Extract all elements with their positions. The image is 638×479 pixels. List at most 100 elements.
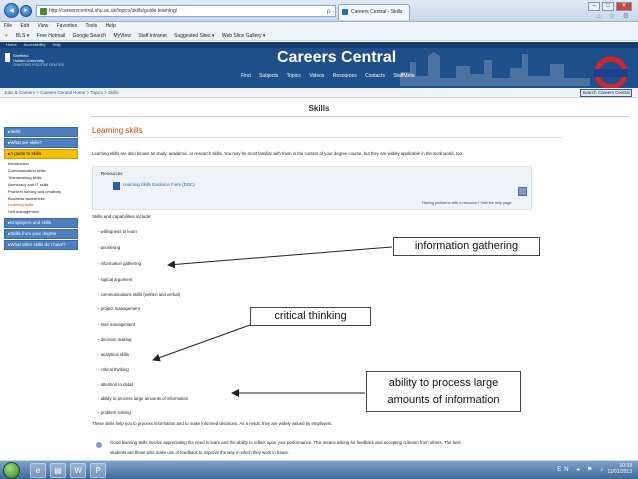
- skill-item: - willingness to learn: [98, 229, 137, 234]
- minimize-button[interactable]: –: [588, 2, 600, 11]
- address-bar[interactable]: http://careerscentral.shu.ac.uk/topics/s…: [36, 5, 336, 17]
- skill-item: - problem solving: [98, 410, 131, 415]
- sidebar-sub-communication[interactable]: Communication skills: [4, 168, 78, 175]
- skill-item: - prioritising: [98, 245, 121, 250]
- tab-title: Careers Central - Skills: [351, 9, 403, 15]
- section-title: Learning skills: [92, 126, 143, 135]
- arrow-to-critical-thinking: [152, 324, 251, 362]
- section-divider: [92, 137, 562, 138]
- breadcrumb[interactable]: Jobs & Careers > Careers Central Home > …: [0, 88, 638, 98]
- menu-file[interactable]: File: [4, 23, 12, 29]
- skill-item: - logical argument: [98, 277, 133, 282]
- skill-item: - critical thinking: [98, 367, 129, 372]
- tip-text-line1: Good learning skills involve appreciatin…: [110, 440, 461, 445]
- nav-contacts[interactable]: Contacts: [365, 73, 385, 79]
- sidebar-item-other-skills[interactable]: ▸What other skills do I have?: [4, 240, 78, 251]
- sidebar-sub-problem-solving[interactable]: Problem solving and creativity: [4, 189, 78, 196]
- summary-text: These skills help you to process informa…: [92, 421, 333, 426]
- callout-ability-line2: amounts of information: [387, 393, 500, 406]
- back-icon[interactable]: ◂: [4, 3, 19, 18]
- taskbar-word-icon[interactable]: W: [70, 463, 86, 478]
- site-header: Home Accessibility Help Sheffield Hallam…: [0, 42, 638, 88]
- taskbar-powerpoint-icon[interactable]: P: [90, 463, 106, 478]
- search-careers-button[interactable]: Search Careers Central: [580, 89, 632, 97]
- university-logo[interactable]: Sheffield Hallam University CHARTING POS…: [5, 53, 65, 73]
- forward-icon[interactable]: ▸: [20, 5, 32, 17]
- logo-mark-icon: [5, 53, 10, 62]
- browser-tool-icons[interactable]: ⌂ ☆ ⚙: [596, 12, 632, 20]
- skill-item: - attention to detail: [98, 382, 134, 387]
- taskbar-ie-icon[interactable]: e: [30, 463, 46, 478]
- callout-information-gathering-text: information gathering: [414, 240, 519, 252]
- taskbar: e ▤ W P EN ◂ ⚑ ♪ 10:33 11/01/2013: [0, 460, 638, 479]
- fav-intranet[interactable]: Staff Intranet: [138, 33, 167, 39]
- fav-google[interactable]: Google Search: [73, 33, 106, 39]
- nav-resources[interactable]: Resources: [333, 73, 357, 79]
- sidebar-sub-learning[interactable]: Learning skills: [4, 202, 78, 209]
- close-button[interactable]: ✕: [616, 2, 632, 11]
- tip-bullet-icon: [96, 442, 102, 448]
- fav-hotmail[interactable]: Free Hotmail: [37, 33, 66, 39]
- sidebar-sub-introduction[interactable]: Introduction: [4, 161, 78, 168]
- tab-favicon-icon: [342, 9, 348, 15]
- intro-text: Learning skills are also known as study,…: [92, 151, 464, 156]
- link-accessibility[interactable]: Accessibility: [24, 42, 46, 47]
- callout-critical-thinking: critical thinking: [250, 307, 371, 326]
- menu-edit[interactable]: Edit: [20, 23, 29, 29]
- sidebar-item-what-are-skills[interactable]: ▸What are skills?: [4, 138, 78, 148]
- logo-sub: CHARTING POSITIVE ROUTES: [13, 63, 64, 67]
- callout-critical-thinking-text: critical thinking: [274, 310, 347, 322]
- skill-item: - information gathering: [98, 261, 141, 266]
- callout-information-gathering: information gathering: [393, 237, 540, 256]
- menu-tools[interactable]: Tools: [85, 23, 97, 29]
- underground-roundel-icon: [594, 56, 628, 90]
- fav-suggested[interactable]: Suggested Sites ▾: [174, 33, 214, 39]
- nav-topics[interactable]: Topics: [287, 73, 301, 79]
- skill-item: - ability to process large amounts of in…: [98, 396, 189, 401]
- sidebar-item-employers[interactable]: ▸Employers and skills: [4, 218, 78, 229]
- sidebar-sub-teamworking[interactable]: Teamworking skills: [4, 175, 78, 182]
- tab-careers-central[interactable]: Careers Central - Skills: [338, 4, 410, 20]
- fav-myview[interactable]: MyView: [113, 33, 130, 39]
- system-tray-icons[interactable]: EN ◂ ⚑ ♪: [557, 466, 606, 473]
- link-home[interactable]: Home: [6, 42, 17, 47]
- menu-bar: File Edit View Favorites Tools Help: [0, 22, 638, 31]
- nav-staffmeta[interactable]: StaffMeta: [393, 73, 414, 79]
- menu-view[interactable]: View: [37, 23, 48, 29]
- sidebar: ▸Skills ▸What are skills? ▸A guide to sk…: [4, 127, 78, 251]
- nav-videos[interactable]: Videos: [309, 73, 324, 79]
- sidebar-item-degree[interactable]: ▸Skills from your degree: [4, 229, 78, 240]
- resource-link[interactable]: Learning Skills Evidence Form (DOC): [123, 182, 195, 187]
- address-text: http://careerscentral.shu.ac.uk/topics/s…: [49, 8, 178, 14]
- skill-item: - analytical skills: [98, 352, 130, 357]
- fav-bls[interactable]: BLS ▾: [16, 33, 29, 39]
- sidebar-sub-numeracy[interactable]: Numeracy and IT skills: [4, 182, 78, 189]
- nav-subjects[interactable]: Subjects: [259, 73, 278, 79]
- skills-heading: Skills and capabilities include:: [92, 214, 152, 219]
- city-skyline-icon: [400, 52, 590, 86]
- maximize-button[interactable]: □: [602, 2, 614, 11]
- nav-find[interactable]: Find: [241, 73, 251, 79]
- heading-divider: [90, 116, 630, 117]
- system-clock[interactable]: 10:33 11/01/2013: [607, 463, 632, 475]
- sidebar-item-skills[interactable]: ▸Skills: [4, 127, 78, 137]
- link-help[interactable]: Help: [52, 42, 60, 47]
- start-button[interactable]: [3, 462, 20, 479]
- save-icon[interactable]: [518, 187, 527, 196]
- browser-titlebar: ◂ ▸ http://careerscentral.shu.ac.uk/topi…: [0, 0, 638, 22]
- favorites-star-icon[interactable]: ★: [4, 33, 8, 39]
- taskbar-explorer-icon[interactable]: ▤: [50, 463, 66, 478]
- site-title: Careers Central: [277, 49, 397, 66]
- site-nav: Find Subjects Topics Videos Resources Co…: [241, 73, 422, 79]
- sidebar-item-guide-to-skills[interactable]: ▸A guide to skills: [4, 149, 78, 159]
- address-tools[interactable]: ρ - ≣ ¢ ×: [327, 7, 335, 16]
- fav-webslice[interactable]: Web Slice Gallery ▾: [222, 33, 266, 39]
- sidebar-sub-self-management[interactable]: Self management: [4, 209, 78, 216]
- logo-text: Sheffield Hallam University CHARTING POS…: [13, 53, 64, 68]
- menu-favorites[interactable]: Favorites: [57, 23, 78, 29]
- sidebar-subitems: Introduction Communication skills Teamwo…: [4, 160, 78, 218]
- sidebar-sub-business[interactable]: Business awareness: [4, 196, 78, 203]
- skill-item: - decision making: [98, 337, 132, 342]
- help-note[interactable]: Having problems with a resource? Visit t…: [422, 201, 513, 205]
- menu-help[interactable]: Help: [106, 23, 116, 29]
